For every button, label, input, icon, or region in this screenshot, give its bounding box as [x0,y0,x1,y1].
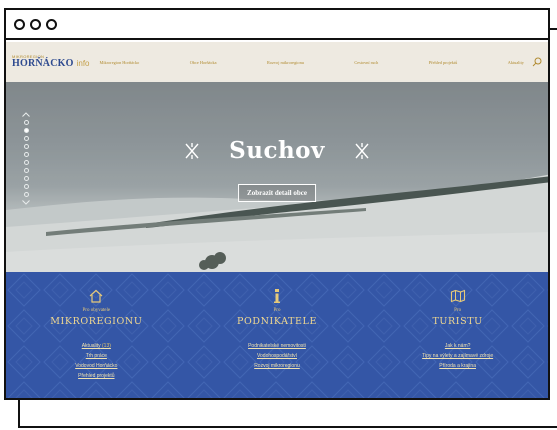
section-heading: MIKROREGIONU [50,316,143,327]
slider-up-icon[interactable] [22,112,30,117]
slide-dot-7[interactable] [23,168,29,173]
slide-dot-10[interactable] [23,192,29,197]
frame-line-right [550,28,557,30]
info-section: Pro obyvatele MIKROREGIONU Aktuality (13… [6,272,548,398]
logo-suffix: info [76,59,90,68]
aktuality-count: (13) [102,343,111,349]
ornament-right-icon [355,142,369,159]
site-navigation: MIKROREGION HORŇÁCKO info Mikroregion Ho… [6,42,548,82]
section-heading: TURISTU [432,316,483,327]
section-business: Pro PODNIKATELE Podnikatelské nemovitost… [197,272,357,398]
section-heading: PODNIKATELE [236,316,317,327]
nav-item-aktuality[interactable]: Aktuality [508,60,524,65]
window-control-1[interactable] [14,18,25,30]
slide-dot-8[interactable] [23,176,29,181]
section-pre-label: Pro [273,308,281,313]
nav-item-cestovni-ruch[interactable]: Cestovní ruch [354,60,378,65]
browser-window: MIKROREGION HORŇÁCKO info Mikroregion Ho… [4,8,550,400]
link-podnikatelske-nemovitosti[interactable]: Podnikatelské nemovitosti [248,341,306,351]
window-control-3[interactable] [46,18,57,30]
hero-landscape-image [6,82,548,272]
search-icon[interactable] [532,57,542,67]
village-detail-button[interactable]: Zobrazit detail obce [238,184,316,202]
slide-dot-9[interactable] [23,184,29,189]
link-vodohospodarstvi[interactable]: Vodohospodářství [257,351,297,361]
slide-dot-2[interactable] [23,128,29,133]
frame-line-bottom [18,426,557,428]
link-tipy-na-vylety[interactable]: Tipy na výlety a zajímavé zdroje [422,351,493,361]
house-icon [89,289,103,303]
nav-item-projekty[interactable]: Přehled projektů [429,60,458,65]
section-pre-label: Pro obyvatele [82,308,111,313]
window-control-2[interactable] [30,18,41,30]
logo-name: HORŇÁCKO [12,58,74,69]
window-titlebar [6,10,548,40]
nav-item-rozvoj[interactable]: Rozvoj mikroregionu [267,60,304,65]
section-residents: Pro obyvatele MIKROREGIONU Aktuality (13… [16,272,176,398]
section-pre-label: Pro [454,308,462,313]
link-aktuality[interactable]: Aktuality (13) [82,341,111,351]
section-tourists: Pro TURISTU Jak k nám? Tipy na výlety a … [378,272,538,398]
nav-item-obce[interactable]: Obce Horňácka [190,60,217,65]
link-trh-prace[interactable]: Trh práce [86,351,107,361]
map-icon [450,289,465,303]
site-logo[interactable]: MIKROREGION HORŇÁCKO info [12,55,90,69]
link-jak-k-nam[interactable]: Jak k nám? [445,341,471,351]
frame-line-left [18,400,20,428]
nav-menu: Mikroregion Horňácko Obce Horňácka Rozvo… [100,60,524,65]
ornament-left-icon [185,142,199,159]
hero-title: Suchov [229,137,325,164]
hero-slider: Suchov Zobrazit detail obce [6,82,548,272]
link-rozvoj-mikroregionu[interactable]: Rozvoj mikroregionu [254,361,300,371]
info-icon [273,289,280,303]
link-vodovod[interactable]: Vodovod Horňácko [75,361,117,371]
slide-dot-1[interactable] [23,120,29,125]
slider-down-icon[interactable] [22,200,30,205]
link-priroda-a-krajina[interactable]: Příroda a krajina [439,361,476,371]
nav-item-mikroregion[interactable]: Mikroregion Horňácko [100,60,140,65]
link-prehled-projektu[interactable]: Přehled projektů [78,371,114,381]
